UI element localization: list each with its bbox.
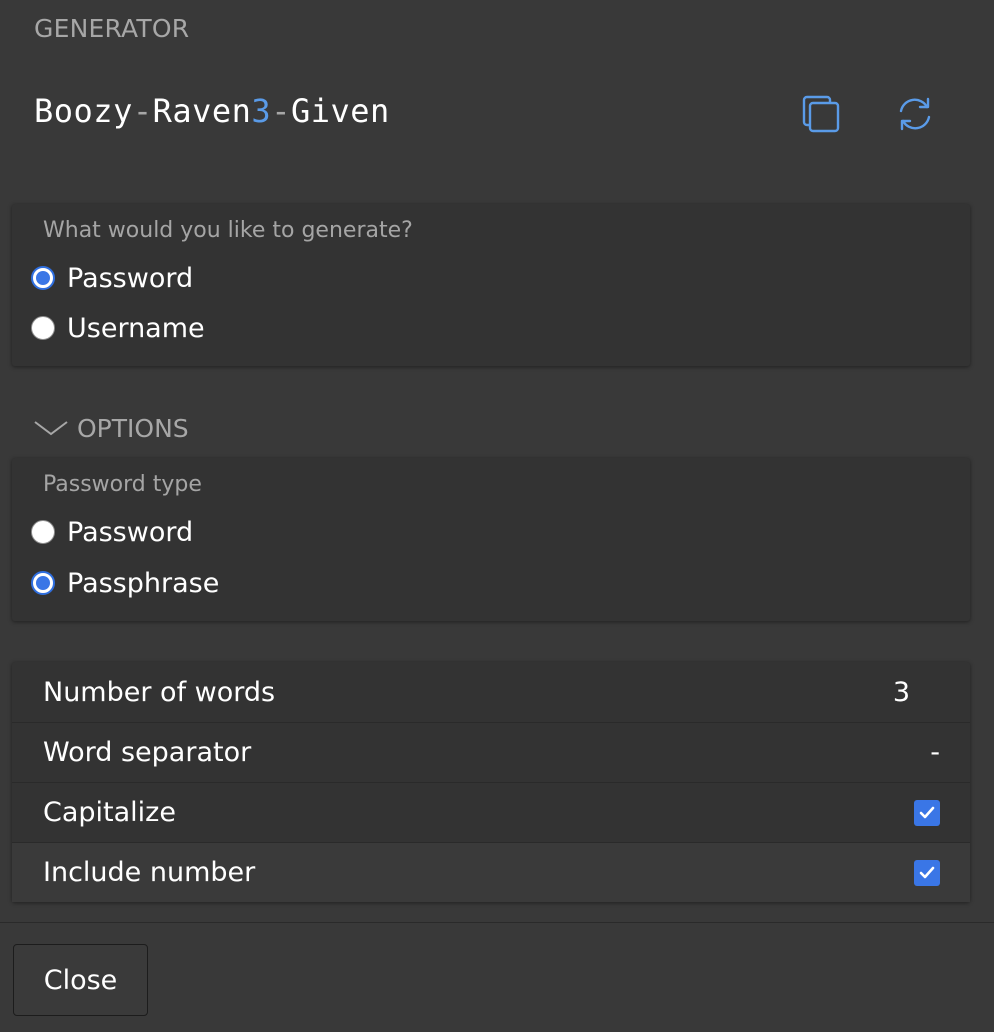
- number-of-words-input[interactable]: 3: [790, 677, 910, 708]
- close-button[interactable]: Close: [13, 944, 148, 1016]
- radio-generate-password[interactable]: Password: [31, 261, 193, 295]
- chevron-down-icon: [34, 421, 68, 436]
- radio-generate-username[interactable]: Username: [31, 311, 205, 345]
- radio-label: Password: [67, 516, 194, 548]
- checkmark-icon: [919, 806, 935, 818]
- generator-section-label: GENERATOR: [34, 14, 190, 43]
- password-type-title: Password type: [43, 472, 202, 497]
- number-of-words-row[interactable]: Number of words 3: [12, 662, 970, 722]
- capitalize-checkbox[interactable]: [914, 799, 940, 826]
- include-number-checkbox[interactable]: [914, 859, 940, 886]
- generated-part: Given: [290, 92, 390, 130]
- generated-part: -: [271, 92, 291, 130]
- refresh-icon: [899, 97, 931, 131]
- generated-part: Raven: [152, 92, 252, 130]
- generated-part: Boozy: [34, 92, 133, 130]
- radio-label: Password: [67, 262, 194, 294]
- radio-button[interactable]: [31, 266, 55, 290]
- options-label: OPTIONS: [77, 413, 189, 443]
- number-of-words-label: Number of words: [43, 676, 276, 708]
- radio-button[interactable]: [31, 316, 55, 340]
- checkmark-icon: [919, 866, 935, 878]
- regenerate-button[interactable]: [893, 92, 937, 136]
- include-number-row[interactable]: Include number: [12, 842, 970, 902]
- generated-value: Boozy-Raven3-Given: [34, 92, 390, 130]
- copy-button[interactable]: [799, 92, 843, 136]
- radio-type-password[interactable]: Password: [31, 515, 193, 549]
- footer-divider: [0, 922, 994, 923]
- radio-label: Passphrase: [67, 567, 220, 599]
- generated-part: -: [132, 92, 153, 130]
- radio-button[interactable]: [31, 571, 55, 595]
- passphrase-options-list: Number of words 3 Word separator - Capit…: [12, 662, 970, 902]
- include-number-label: Include number: [43, 857, 256, 888]
- radio-button[interactable]: [31, 520, 55, 544]
- word-separator-row[interactable]: Word separator -: [12, 722, 970, 782]
- copy-icon: [802, 95, 840, 133]
- options-toggle[interactable]: OPTIONS: [33, 411, 189, 445]
- generated-part: 3: [251, 92, 272, 130]
- word-separator-input[interactable]: -: [820, 737, 940, 768]
- radio-label: Username: [67, 312, 205, 344]
- word-separator-label: Word separator: [43, 737, 252, 768]
- capitalize-row[interactable]: Capitalize: [12, 782, 970, 842]
- capitalize-label: Capitalize: [43, 797, 176, 828]
- radio-type-passphrase[interactable]: Passphrase: [31, 566, 219, 600]
- generate-type-title: What would you like to generate?: [43, 218, 413, 243]
- generator-panel: GENERATOR Boozy-Raven3-Given What would …: [0, 0, 994, 1032]
